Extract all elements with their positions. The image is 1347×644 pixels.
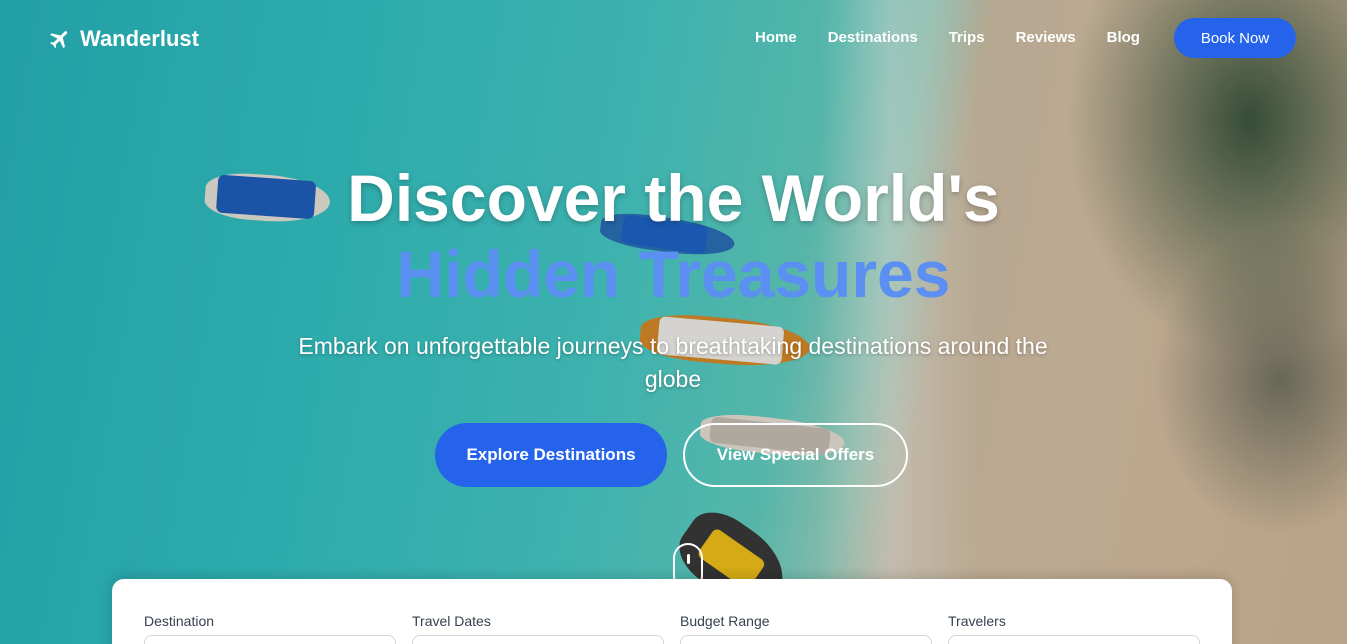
hero-subtitle: Embark on unforgettable journeys to brea…	[298, 333, 1048, 392]
travel-dates-field: Travel Dates	[412, 613, 664, 644]
travelers-field: Travelers	[948, 613, 1200, 644]
hero-background	[0, 0, 1347, 644]
nav-link-trips[interactable]: Trips	[949, 29, 985, 46]
hero-overlay	[0, 0, 1347, 644]
hero-title-accent: Hidden Treasures	[396, 237, 951, 311]
brand-logo[interactable]: Wanderlust	[48, 26, 199, 52]
search-panel: Destination Travel Dates Budget Range Tr…	[112, 579, 1232, 644]
travel-dates-input[interactable]	[412, 635, 664, 644]
budget-range-field: Budget Range	[680, 613, 932, 644]
travel-dates-label: Travel Dates	[412, 613, 491, 629]
travelers-label: Travelers	[948, 613, 1006, 629]
destination-field: Destination	[144, 613, 396, 644]
explore-destinations-button[interactable]: Explore Destinations	[435, 423, 667, 487]
destination-label: Destination	[144, 613, 215, 629]
brand-name: Wanderlust	[80, 26, 199, 51]
travelers-select[interactable]	[948, 635, 1200, 644]
budget-range-label: Budget Range	[680, 613, 770, 629]
nav-link-reviews[interactable]: Reviews	[1016, 29, 1076, 46]
nav-link-home[interactable]: Home	[755, 29, 797, 46]
top-navigation: Wanderlust Home Destinations Trips Revie…	[0, 0, 1347, 78]
nav-link-destinations[interactable]: Destinations	[828, 29, 918, 46]
scroll-indicator-dot	[687, 554, 690, 564]
nav-link-blog[interactable]: Blog	[1107, 29, 1140, 46]
book-now-button[interactable]: Book Now	[1174, 18, 1296, 58]
hero-title: Discover the World's	[347, 161, 1000, 235]
budget-range-select[interactable]	[680, 635, 932, 644]
destination-input[interactable]	[144, 635, 396, 644]
view-special-offers-button[interactable]: View Special Offers	[683, 423, 908, 487]
nav-links: Home Destinations Trips Reviews Blog	[755, 29, 1171, 46]
plane-icon	[50, 31, 68, 49]
